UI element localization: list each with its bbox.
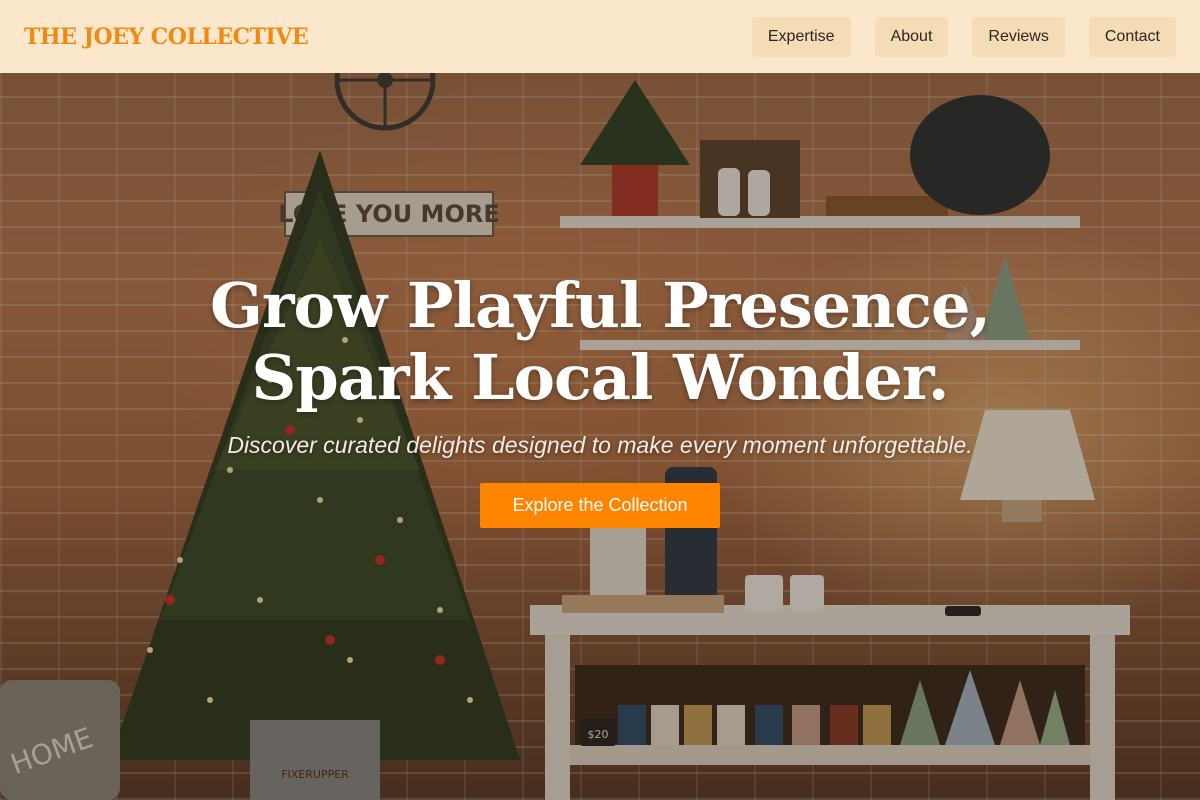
main-nav: Expertise About Reviews Contact: [751, 16, 1176, 57]
brand-logo[interactable]: THE JOEY COLLECTIVE: [24, 24, 309, 50]
hero-subheadline: Discover curated delights designed to ma…: [227, 432, 973, 458]
nav-expertise[interactable]: Expertise: [751, 16, 851, 57]
hero-headline: Grow Playful Presence, Spark Local Wonde…: [0, 270, 1200, 414]
site-header: THE JOEY COLLECTIVE Expertise About Revi…: [0, 0, 1200, 73]
nav-reviews[interactable]: Reviews: [972, 16, 1065, 57]
headline-line-1: Grow Playful Presence,: [209, 269, 991, 342]
hero-section: LOVE YOU MORE FIXERUPPER HOME $20 Grow P…: [0, 0, 1200, 800]
nav-contact[interactable]: Contact: [1088, 16, 1176, 57]
hero-content: Grow Playful Presence, Spark Local Wonde…: [0, 270, 1200, 528]
headline-line-2: Spark Local Wonder.: [251, 341, 950, 414]
explore-collection-button[interactable]: Explore the Collection: [480, 483, 720, 528]
nav-about[interactable]: About: [874, 16, 949, 57]
